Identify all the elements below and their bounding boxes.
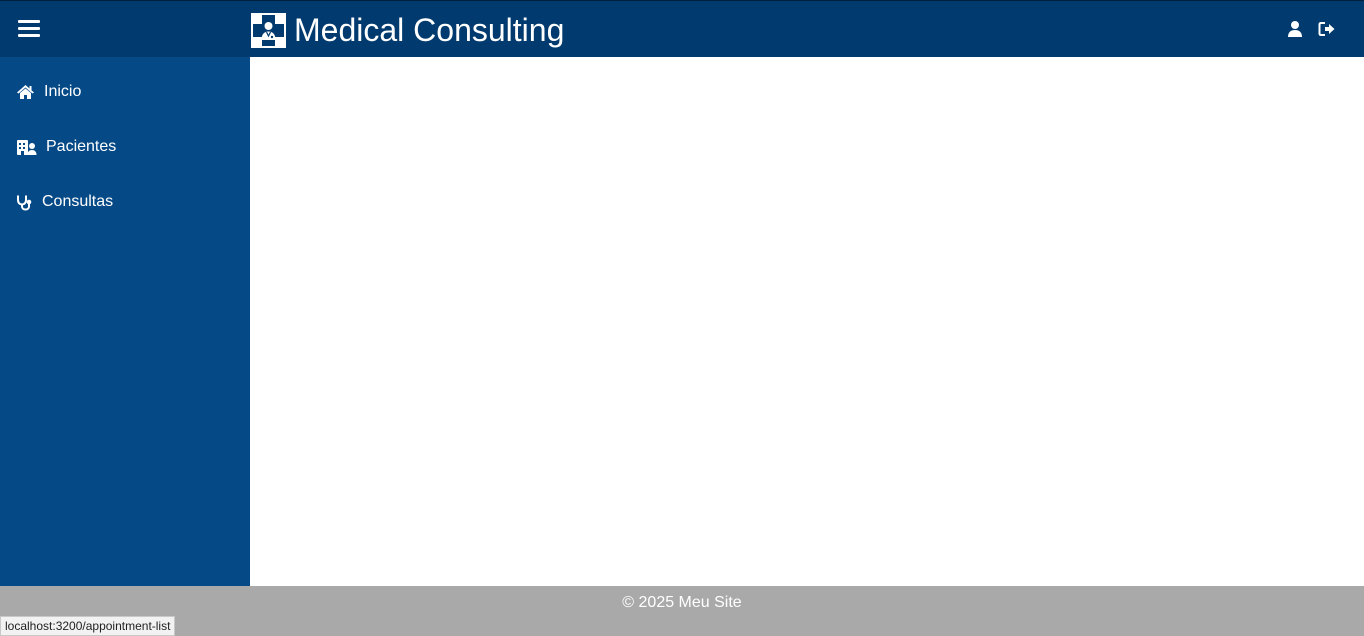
medical-cross-doctor-icon (251, 12, 286, 48)
brand[interactable]: Medical Consulting (251, 10, 564, 50)
menu-bar (18, 20, 40, 23)
sign-out-icon[interactable] (1318, 20, 1336, 38)
footer: © 2025 Meu Site (0, 586, 1364, 636)
sidebar-item-inicio[interactable]: Inicio (16, 80, 81, 104)
status-bar-url: localhost:3200/appointment-list (0, 616, 176, 636)
top-header: Medical Consulting (0, 0, 1364, 57)
app-root: Medical Consulting Inicio Pacientes Cons… (0, 0, 1364, 636)
sidebar-item-label: Inicio (44, 83, 82, 100)
hamburger-menu-icon[interactable] (18, 19, 40, 39)
sidebar-item-label: Pacientes (46, 138, 117, 155)
sidebar-item-label: Consultas (42, 193, 114, 210)
menu-bar (18, 34, 40, 37)
menu-bar (18, 27, 40, 30)
sidebar-item-consultas[interactable]: Consultas (16, 190, 113, 214)
hospital-user-icon (17, 139, 37, 155)
footer-copyright: © 2025 Meu Site (622, 594, 742, 611)
app-title: Medical Consulting (294, 12, 565, 48)
stethoscope-icon (17, 195, 32, 211)
header-actions (1286, 20, 1336, 38)
sidebar: Inicio Pacientes Consultas (0, 57, 250, 586)
sidebar-item-pacientes[interactable]: Pacientes (16, 135, 116, 159)
user-icon[interactable] (1286, 20, 1304, 38)
home-icon (17, 85, 34, 99)
main-content (250, 57, 1364, 586)
